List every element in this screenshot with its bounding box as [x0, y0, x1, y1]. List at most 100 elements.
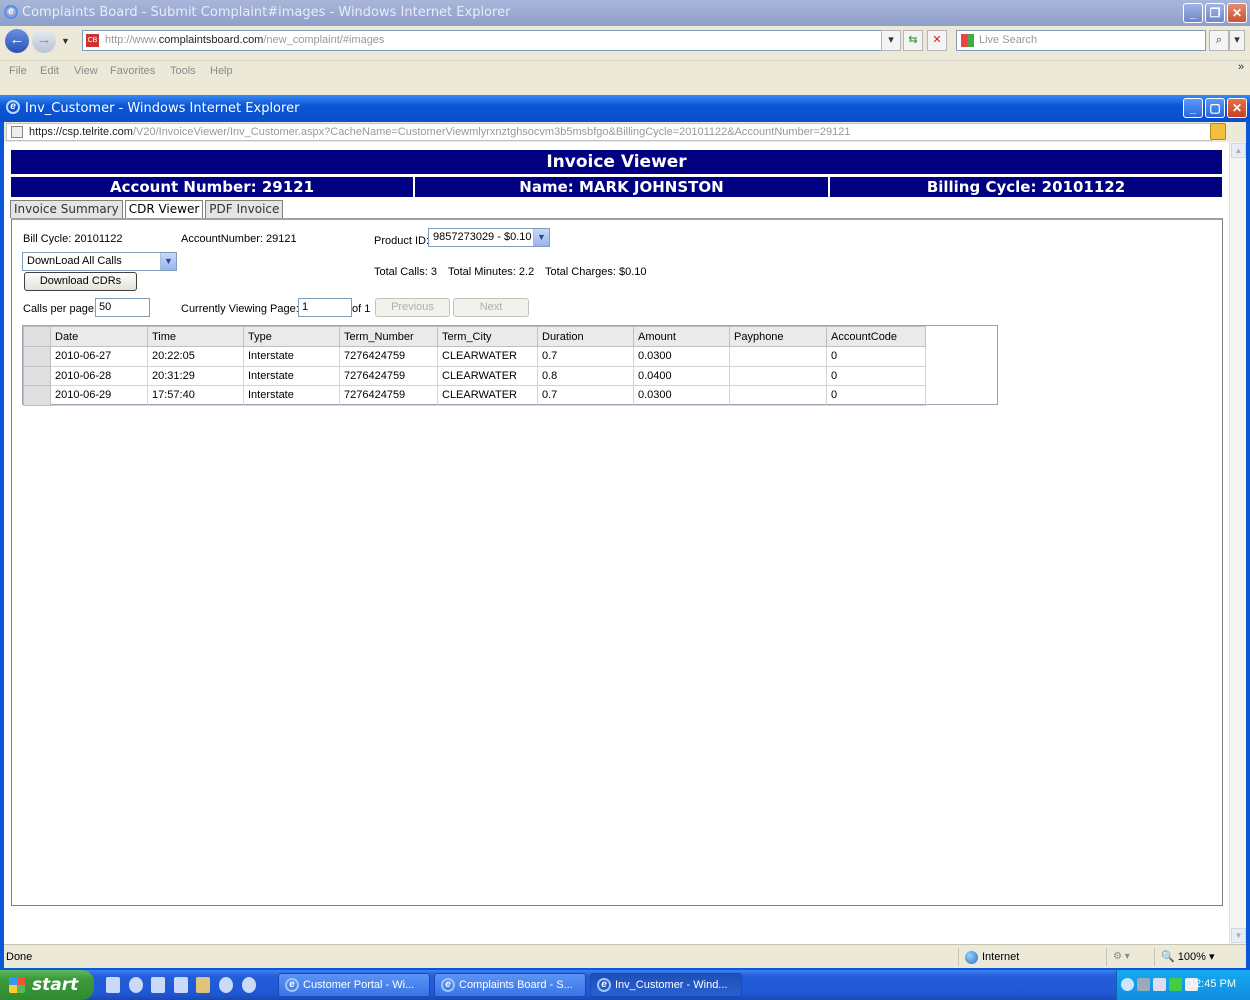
bill-cycle-label: Bill Cycle: 20101122 — [23, 233, 123, 245]
total-calls: Total Calls: 3 — [374, 266, 437, 278]
page-count-label: of 1 — [352, 303, 371, 315]
task-complaints-board[interactable]: e Complaints Board - S... — [434, 973, 586, 997]
address-prefix: http://www. — [105, 34, 159, 46]
column-header-term-city[interactable]: Term_City — [437, 326, 538, 347]
task-customer-portal[interactable]: e Customer Portal - Wi... — [278, 973, 430, 997]
calls-per-page-input[interactable]: 50 — [95, 298, 150, 317]
menu-file[interactable]: File — [9, 65, 27, 77]
cell-term-city: CLEARWATER — [437, 346, 538, 367]
column-header-account-code[interactable]: AccountCode — [826, 326, 926, 347]
close-button[interactable]: ✕ — [1227, 98, 1247, 118]
cell-term-city: CLEARWATER — [437, 385, 538, 406]
background-title-bar[interactable]: e Complaints Board - Submit Complaint#im… — [0, 0, 1250, 26]
security-shield-icon[interactable] — [1169, 978, 1182, 991]
column-header-term-number[interactable]: Term_Number — [339, 326, 438, 347]
protected-mode-icon[interactable]: ⚙ ▾ — [1106, 948, 1150, 966]
menu-favorites[interactable]: Favorites — [110, 65, 155, 77]
history-dropdown-icon[interactable]: ▼ — [61, 36, 70, 46]
maximize-button[interactable]: ▢ — [1205, 98, 1225, 118]
cell-type: Interstate — [243, 365, 340, 386]
row-selector[interactable] — [23, 385, 51, 406]
address-path: /V20/InvoiceViewer/Inv_Customer.aspx?Cac… — [132, 126, 851, 138]
column-header-amount[interactable]: Amount — [633, 326, 730, 347]
tab-cdr-viewer[interactable]: CDR Viewer — [124, 200, 204, 219]
search-placeholder: Live Search — [979, 34, 1038, 46]
chevron-down-icon: ▼ — [160, 253, 176, 270]
background-address-bar[interactable]: CB http://www.complaintsboard.com/new_co… — [82, 30, 900, 51]
task-label: Inv_Customer - Wind... — [615, 979, 728, 991]
close-button[interactable]: ✕ — [1227, 3, 1247, 23]
task-label: Customer Portal - Wi... — [303, 979, 415, 991]
viewing-page-input[interactable]: 1 — [298, 298, 352, 317]
foreground-address-field[interactable]: https://csp.telrite.com/V20/InvoiceViewe… — [6, 123, 1212, 141]
product-id-label: Product ID: — [374, 235, 430, 247]
menu-view[interactable]: View — [74, 65, 98, 77]
cell-type: Interstate — [243, 346, 340, 367]
cell-payphone — [729, 385, 827, 406]
quicklaunch-icon[interactable] — [174, 977, 188, 993]
quicklaunch-icon[interactable] — [219, 977, 233, 993]
tray-expand-icon[interactable] — [1121, 978, 1134, 991]
background-browser-window: e Complaints Board - Submit Complaint#im… — [0, 0, 1250, 95]
back-button[interactable]: ← — [5, 29, 29, 53]
menu-help[interactable]: Help — [210, 65, 233, 77]
tab-pdf-invoice[interactable]: PDF Invoice — [205, 200, 284, 218]
search-options-icon[interactable]: ▾ — [1229, 30, 1245, 51]
menu-edit[interactable]: Edit — [40, 65, 59, 77]
folder-icon[interactable] — [196, 977, 210, 993]
live-search-input[interactable]: Live Search — [956, 30, 1206, 51]
clock[interactable]: 12:45 PM — [1189, 978, 1236, 990]
minimize-button[interactable]: _ — [1183, 3, 1203, 23]
download-cdrs-button[interactable]: Download CDRs — [24, 272, 137, 291]
tab-invoice-summary[interactable]: Invoice Summary — [10, 200, 123, 218]
table-row[interactable]: 2010-06-27 20:22:05 Interstate 727642475… — [23, 346, 926, 367]
column-header-time[interactable]: Time — [147, 326, 244, 347]
next-button[interactable]: Next — [453, 298, 529, 317]
restore-button[interactable]: ❐ — [1205, 3, 1225, 23]
cell-amount: 0.0300 — [633, 385, 730, 406]
quicklaunch-icon[interactable] — [106, 977, 120, 993]
taskbar: start e Customer Portal - Wi... e Compla… — [0, 970, 1250, 1000]
lock-icon[interactable] — [1210, 123, 1226, 140]
quicklaunch-icon[interactable] — [151, 977, 165, 993]
menu-tools[interactable]: Tools — [170, 65, 196, 77]
cell-time: 20:31:29 — [147, 365, 244, 386]
billing-cycle-header: Billing Cycle: 20101122 — [830, 177, 1222, 197]
task-inv-customer[interactable]: e Inv_Customer - Wind... — [590, 973, 742, 997]
vertical-scrollbar[interactable]: ▲ ▼ — [1229, 142, 1246, 944]
background-window-title: Complaints Board - Submit Complaint#imag… — [22, 5, 511, 20]
download-type-select[interactable]: DownLoad All Calls ▼ — [22, 252, 177, 271]
minimize-button[interactable]: _ — [1183, 98, 1203, 118]
column-header-payphone[interactable]: Payphone — [729, 326, 827, 347]
refresh-icon[interactable]: ⇆ — [903, 30, 923, 51]
more-chevron-icon[interactable]: » — [1238, 61, 1244, 73]
foreground-title-bar[interactable]: e Inv_Customer - Windows Internet Explor… — [0, 95, 1250, 122]
row-selector[interactable] — [23, 365, 51, 386]
chevron-down-icon: ▼ — [533, 229, 549, 246]
stop-icon[interactable]: ✕ — [927, 30, 947, 51]
viewing-page-label: Currently Viewing Page: — [181, 303, 299, 315]
volume-icon[interactable] — [1153, 978, 1166, 991]
table-row[interactable]: 2010-06-29 17:57:40 Interstate 727642475… — [23, 385, 926, 406]
ie-logo-icon: e — [597, 978, 611, 992]
quicklaunch-icon[interactable] — [129, 977, 143, 993]
previous-button[interactable]: Previous — [375, 298, 450, 317]
start-button[interactable]: start — [0, 970, 94, 1000]
product-id-select[interactable]: 9857273029 - $0.10 ▼ — [428, 228, 550, 247]
forward-button[interactable]: → — [32, 29, 56, 53]
total-charges: Total Charges: $0.10 — [545, 266, 647, 278]
network-icon[interactable] — [1137, 978, 1150, 991]
row-header-corner — [23, 326, 51, 347]
scroll-down-icon[interactable]: ▼ — [1231, 928, 1246, 943]
table-row[interactable]: 2010-06-28 20:31:29 Interstate 727642475… — [23, 365, 926, 386]
column-header-type[interactable]: Type — [243, 326, 340, 347]
column-header-duration[interactable]: Duration — [537, 326, 634, 347]
scroll-up-icon[interactable]: ▲ — [1231, 143, 1246, 158]
ie-quicklaunch-icon[interactable] — [242, 977, 256, 993]
column-header-date[interactable]: Date — [50, 326, 148, 347]
cell-account-code: 0 — [826, 385, 926, 406]
address-dropdown-icon[interactable]: ▾ — [881, 30, 901, 51]
row-selector[interactable] — [23, 346, 51, 367]
zoom-level[interactable]: 🔍 100% ▾ — [1154, 948, 1214, 966]
search-icon[interactable]: ⌕ — [1209, 30, 1229, 51]
